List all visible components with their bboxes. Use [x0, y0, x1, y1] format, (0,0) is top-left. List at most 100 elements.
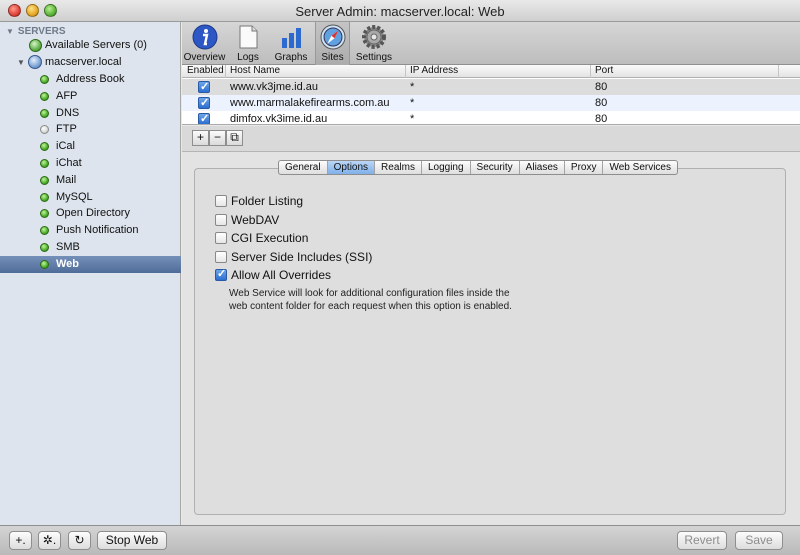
info-icon: [192, 24, 217, 50]
sidebar-item-label: Mail: [56, 173, 77, 186]
network-globe-icon: [29, 39, 42, 52]
tab-logging[interactable]: Logging: [422, 161, 471, 174]
compass-icon: [320, 24, 345, 50]
status-dot-icon: [40, 142, 49, 152]
toolbar: Overview Logs Graphs Sites Settings: [182, 22, 800, 65]
status-dot-icon: [40, 226, 49, 236]
sidebar-item-label: FTP: [56, 123, 77, 136]
site-enabled-checkbox[interactable]: [198, 79, 210, 95]
sidebar-item-label: Address Book: [56, 73, 125, 85]
sidebar-item-label: DNS: [56, 106, 80, 119]
bottom-bar: +. ✲. ↻ Stop Web Revert Save: [0, 525, 800, 555]
toolbar-sites-button[interactable]: Sites: [315, 22, 350, 65]
save-button[interactable]: Save: [735, 531, 783, 550]
title-bar: Server Admin: macserver.local: Web: [0, 0, 800, 22]
sidebar-item-open-directory[interactable]: Open Directory: [0, 205, 181, 222]
cell-port: 80: [595, 81, 608, 93]
table-row[interactable]: dimfox.vk3ime.id.au * 80: [182, 111, 800, 125]
option-checkbox[interactable]: [215, 213, 227, 226]
table-header: Enabled Host Name IP Address Port: [182, 65, 800, 78]
site-enabled-checkbox[interactable]: [198, 95, 210, 111]
status-dot-icon: [40, 209, 49, 219]
sidebar-item-label: MySQL: [56, 190, 93, 203]
gear-icon: [362, 25, 386, 49]
sidebar-item-dns[interactable]: DNS: [0, 105, 181, 122]
tab-realms[interactable]: Realms: [375, 161, 422, 174]
toolbar-label: Graphs: [274, 52, 308, 63]
sites-table: Enabled Host Name IP Address Port www.vk…: [182, 65, 800, 125]
revert-button[interactable]: Revert: [677, 531, 727, 550]
toolbar-overview-button[interactable]: Overview: [182, 22, 227, 65]
disclosure-triangle-icon[interactable]: ▼: [6, 27, 14, 36]
sidebar-item-ftp[interactable]: FTP: [0, 121, 181, 138]
option-checkbox[interactable]: [215, 250, 227, 263]
column-header-enabled[interactable]: Enabled: [187, 65, 224, 77]
tab-proxy[interactable]: Proxy: [565, 161, 604, 174]
bar-chart-icon: [282, 28, 301, 48]
option-checkbox[interactable]: [215, 232, 227, 244]
sidebar-item-mysql[interactable]: MySQL: [0, 189, 181, 206]
site-enabled-checkbox[interactable]: [198, 111, 210, 124]
toolbar-label: Sites: [321, 52, 344, 63]
column-header-port[interactable]: Port: [595, 65, 613, 77]
option-checkbox[interactable]: [215, 267, 227, 281]
sidebar-item-ical[interactable]: iCal: [0, 138, 181, 155]
toolbar-settings-button[interactable]: Settings: [354, 22, 394, 65]
sidebar-item-afp[interactable]: AFP: [0, 88, 181, 105]
edit-site-button[interactable]: ⧉: [226, 130, 243, 146]
table-row[interactable]: www.vk3jme.id.au * 80: [182, 79, 800, 95]
sidebar-item-web[interactable]: Web: [0, 255, 181, 273]
tab-security[interactable]: Security: [471, 161, 520, 174]
option-label: Folder Listing: [231, 194, 304, 208]
remove-site-button[interactable]: −: [209, 130, 226, 146]
tab-bar: General Options Realms Logging Security …: [278, 160, 678, 175]
add-server-button[interactable]: +.: [9, 531, 32, 550]
option-label: Server Side Includes (SSI): [231, 249, 373, 264]
sidebar-section-servers[interactable]: ▼ SERVERS: [6, 26, 66, 37]
option-checkbox[interactable]: [215, 195, 227, 207]
toolbar-label: Logs: [237, 52, 259, 63]
cell-port: 80: [595, 113, 608, 125]
cell-ip: *: [410, 81, 415, 93]
status-dot-icon: [40, 175, 49, 185]
sidebar-item-label: Web: [56, 257, 80, 270]
disclosure-triangle-icon[interactable]: ▼: [17, 54, 25, 71]
column-header-host-name[interactable]: Host Name: [230, 65, 280, 77]
tab-general[interactable]: General: [279, 161, 328, 174]
column-header-ip-address[interactable]: IP Address: [410, 65, 458, 77]
sidebar: ▼ SERVERS Available Servers (0) ▼ macserv…: [0, 22, 181, 525]
tab-web-services[interactable]: Web Services: [603, 161, 677, 174]
sidebar-item-push-notification[interactable]: Push Notification: [0, 222, 181, 239]
status-dot-icon: [40, 75, 49, 84]
server-icon: [28, 55, 42, 69]
column-divider: [778, 65, 779, 78]
refresh-button[interactable]: ↻: [68, 531, 91, 550]
sidebar-item-ichat[interactable]: iChat: [0, 155, 181, 172]
sidebar-item-available-servers[interactable]: Available Servers (0): [0, 37, 181, 54]
sidebar-item-mail[interactable]: Mail: [0, 172, 181, 189]
table-row[interactable]: www.marmalakefirearms.com.au * 80: [182, 95, 800, 111]
status-dot-icon: [40, 108, 49, 118]
cell-port: 80: [595, 97, 608, 109]
status-dot-icon: [40, 159, 49, 168]
status-dot-icon: [40, 259, 49, 269]
cell-host: dimfox.vk3ime.id.au: [230, 113, 328, 125]
sidebar-item-address-book[interactable]: Address Book: [0, 71, 181, 88]
tab-aliases[interactable]: Aliases: [520, 161, 565, 174]
sidebar-item-label: iCal: [56, 140, 75, 153]
toolbar-label: Settings: [355, 52, 393, 63]
stop-web-button[interactable]: Stop Web: [97, 531, 167, 550]
sidebar-item-server[interactable]: ▼ macserver.local: [0, 54, 181, 71]
toolbar-logs-button[interactable]: Logs: [230, 22, 266, 65]
sidebar-item-label: macserver.local: [45, 56, 122, 68]
toolbar-graphs-button[interactable]: Graphs: [270, 22, 312, 65]
cell-host: www.vk3jme.id.au: [230, 81, 319, 93]
action-menu-button[interactable]: ✲.: [38, 531, 61, 550]
status-dot-icon: [40, 192, 49, 202]
sidebar-item-smb[interactable]: SMB: [0, 239, 181, 256]
cell-ip: *: [410, 113, 415, 125]
options-panel: [194, 168, 786, 515]
cell-host: www.marmalakefirearms.com.au: [230, 97, 390, 109]
add-site-button[interactable]: +: [192, 130, 209, 146]
tab-options[interactable]: Options: [327, 161, 376, 174]
